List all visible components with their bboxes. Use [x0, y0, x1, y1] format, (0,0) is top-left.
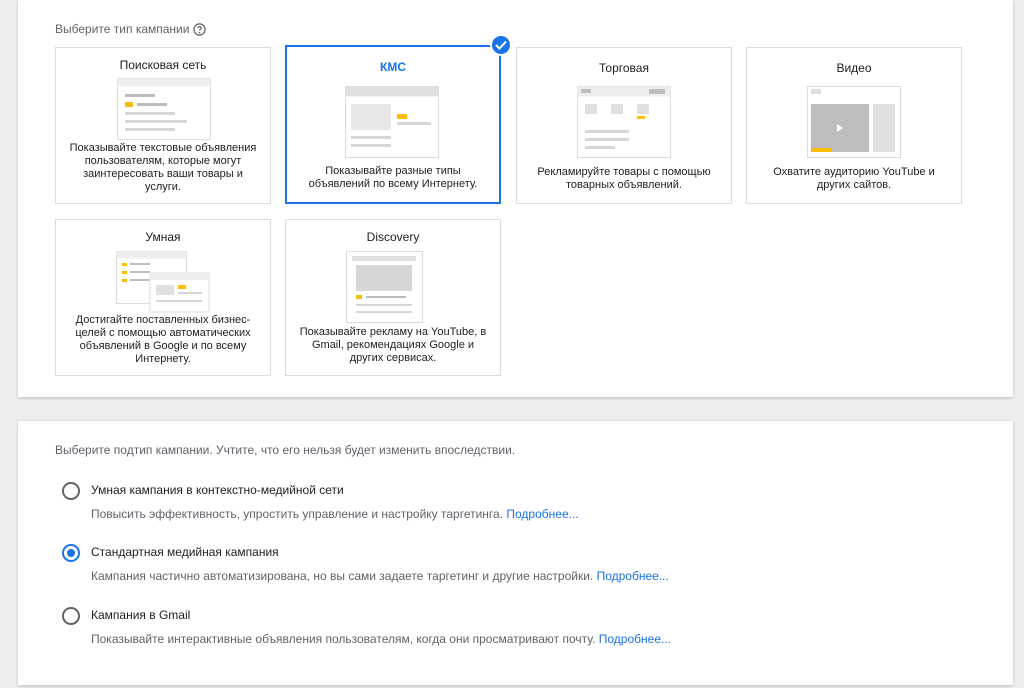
- subtype-option-label[interactable]: Кампания в Gmail: [91, 608, 190, 622]
- video-ad-illustration-icon: [807, 86, 901, 158]
- subtype-option-desc: Повысить эффективность, упростить управл…: [91, 507, 579, 521]
- subtype-option-desc-text: Кампания частично автоматизирована, но в…: [91, 569, 594, 583]
- radio-smart-display[interactable]: [62, 482, 80, 500]
- card-smart[interactable]: Умная Достигайте поставленных бизнес-цел…: [55, 219, 271, 376]
- subtype-option-label[interactable]: Стандартная медийная кампания: [91, 545, 279, 559]
- card-smart-title: Умная: [145, 230, 181, 244]
- campaign-type-panel: Выберите тип кампании Поисковая сеть Пок…: [18, 0, 1013, 397]
- card-display-title: КМС: [380, 60, 406, 74]
- card-shopping[interactable]: Торговая Рекламируйте товары с помощью т…: [516, 47, 732, 204]
- learn-more-link[interactable]: Подробнее...: [506, 507, 578, 521]
- card-video-title: Видео: [836, 61, 872, 75]
- campaign-type-heading: Выберите тип кампании: [55, 22, 207, 36]
- subtype-option-desc: Показывайте интерактивные объявления пол…: [91, 632, 671, 646]
- help-icon[interactable]: [193, 22, 207, 36]
- card-discovery[interactable]: Discovery Показывайте рекламу на YouTube…: [285, 219, 501, 376]
- card-video-desc: Охватите аудиторию YouTube и других сайт…: [773, 166, 935, 191]
- campaign-subtype-panel: Выберите подтип кампании. Учтите, что ег…: [18, 421, 1013, 685]
- card-smart-desc: Достигайте поставленных бизнес-целей с п…: [75, 314, 251, 365]
- card-search[interactable]: Поисковая сеть Показывайте текстовые объ…: [55, 47, 271, 204]
- campaign-type-title: Выберите тип кампании: [55, 22, 190, 36]
- smart-ad-illustration-icon: [116, 251, 210, 313]
- subtype-option-desc-text: Повысить эффективность, упростить управл…: [91, 507, 504, 521]
- subtype-option-label[interactable]: Умная кампания в контекстно-медийной сет…: [91, 483, 344, 497]
- selected-check-icon: [490, 34, 512, 56]
- radio-gmail[interactable]: [62, 607, 80, 625]
- card-shopping-desc: Рекламируйте товары с помощью товарных о…: [537, 166, 711, 191]
- campaign-subtype-title: Выберите подтип кампании. Учтите, что ег…: [55, 443, 516, 457]
- card-search-title: Поисковая сеть: [119, 58, 207, 72]
- card-search-desc: Показывайте текстовые объявления пользов…: [69, 142, 257, 193]
- card-discovery-title: Discovery: [366, 230, 420, 244]
- discovery-ad-illustration-icon: [346, 251, 423, 323]
- subtype-option-desc-text: Показывайте интерактивные объявления пол…: [91, 632, 596, 646]
- search-ad-illustration-icon: [117, 78, 211, 140]
- card-display[interactable]: КМС Показывайте разные типы объявлений п…: [285, 34, 512, 204]
- learn-more-link[interactable]: Подробнее...: [599, 632, 671, 646]
- learn-more-link[interactable]: Подробнее...: [597, 569, 669, 583]
- card-shopping-title: Торговая: [599, 61, 649, 75]
- card-video[interactable]: Видео Охватите аудиторию YouTube и други…: [746, 47, 962, 204]
- shopping-ad-illustration-icon: [577, 86, 671, 158]
- radio-standard-display[interactable]: [62, 544, 80, 562]
- card-discovery-desc: Показывайте рекламу на YouTube, в Gmail,…: [299, 326, 487, 364]
- display-ad-illustration-icon: [345, 86, 439, 158]
- subtype-option-desc: Кампания частично автоматизирована, но в…: [91, 569, 669, 583]
- card-display-desc: Показывайте разные типы объявлений по вс…: [308, 165, 478, 190]
